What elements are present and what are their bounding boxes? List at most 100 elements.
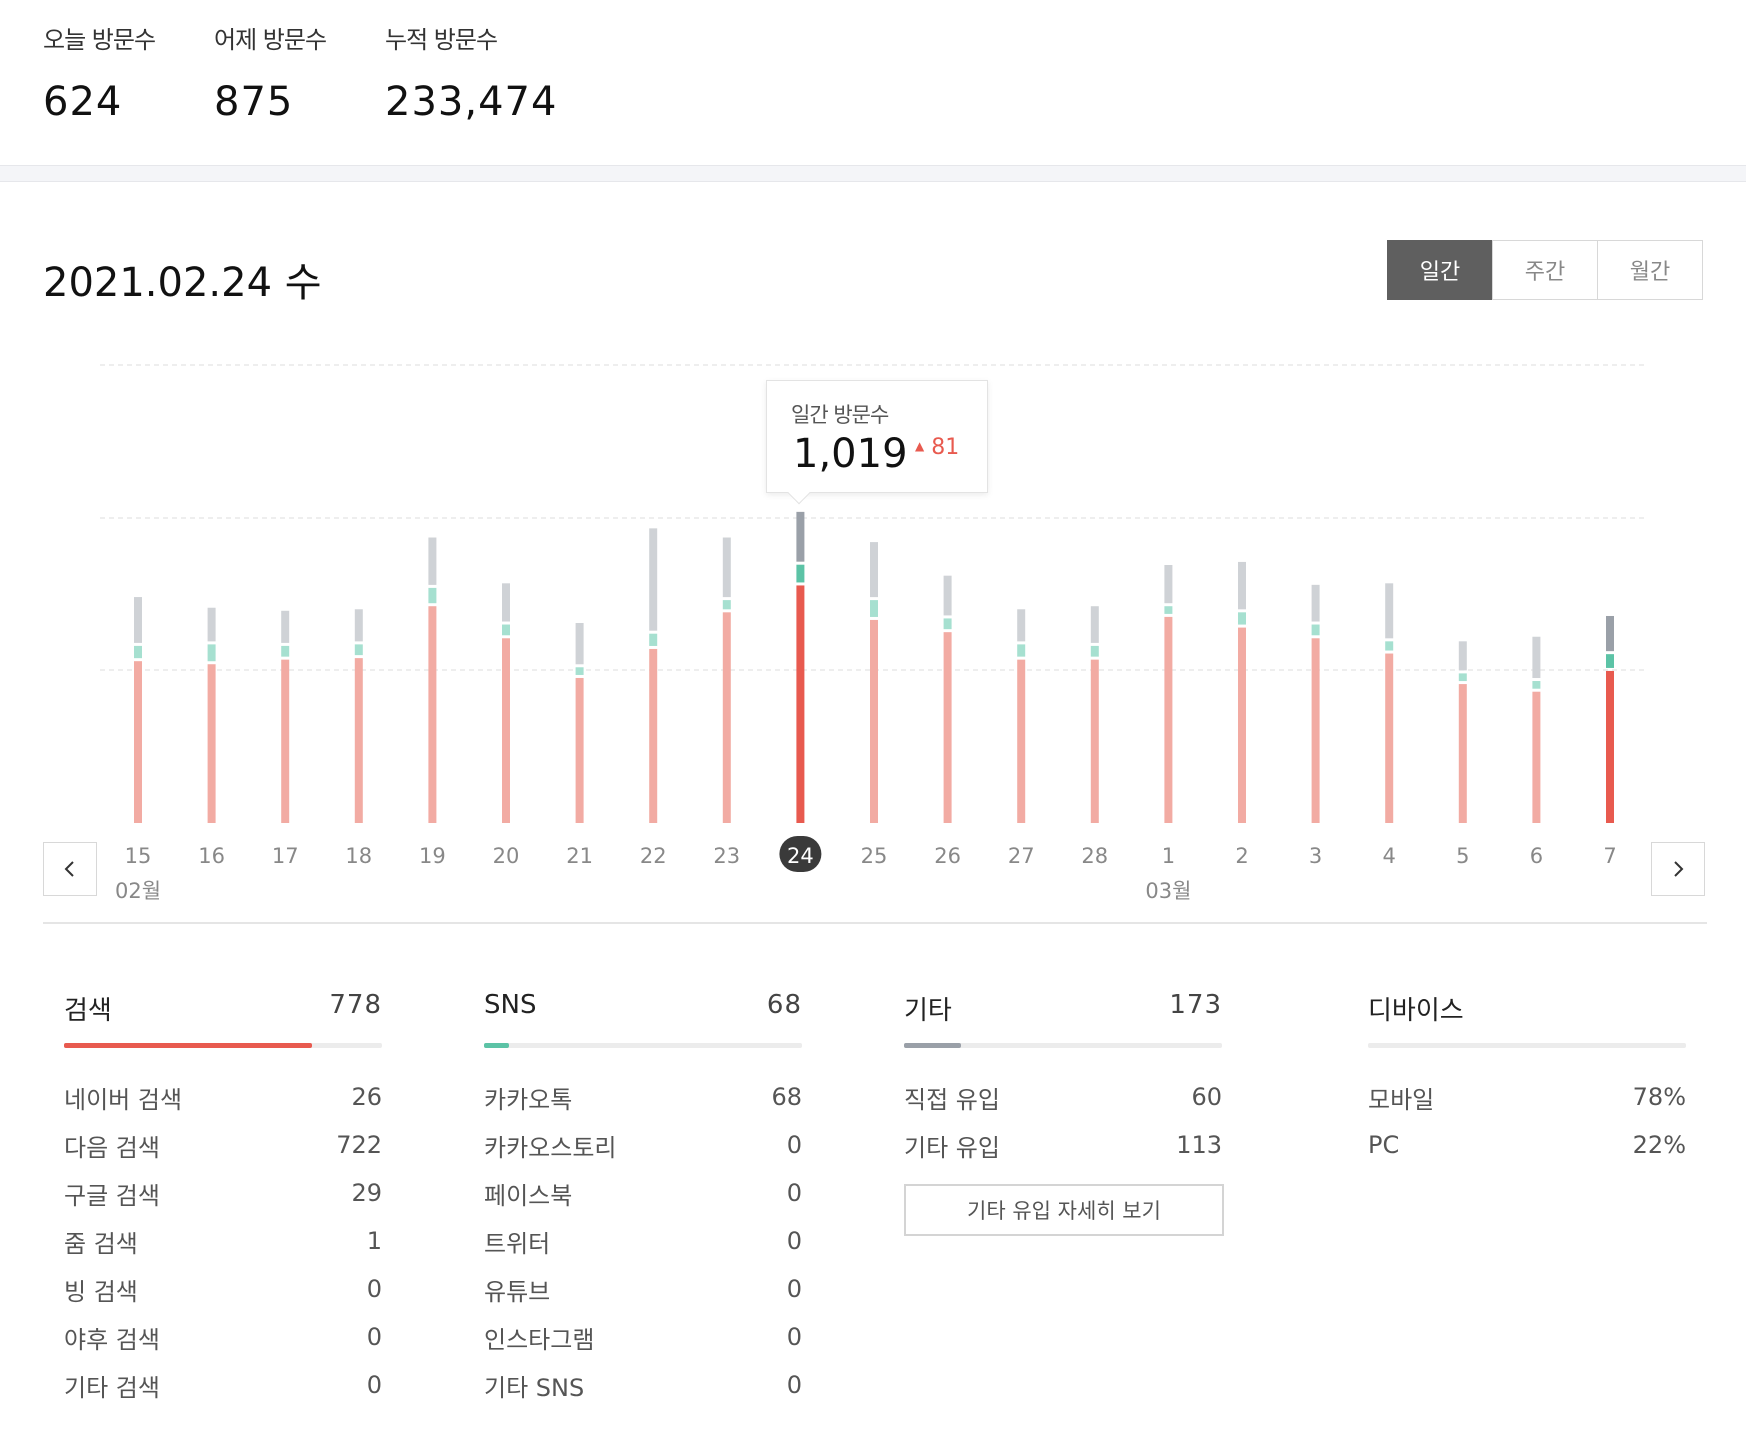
bar-etc[interactable] <box>1385 583 1394 639</box>
bar-etc[interactable] <box>1532 636 1541 679</box>
bar-etc[interactable] <box>354 609 363 642</box>
day-tick-label[interactable]: 7 <box>1603 844 1616 868</box>
day-tick-label[interactable]: 16 <box>198 844 225 868</box>
tab-monthly[interactable]: 월간 <box>1597 240 1703 300</box>
visit-summary: 오늘 방문수 624 어제 방문수 875 누적 방문수 233,474 <box>0 0 1746 165</box>
bar-search[interactable] <box>796 585 805 823</box>
day-tick-label[interactable]: 20 <box>493 844 520 868</box>
bar-search[interactable] <box>722 612 731 823</box>
bar-search[interactable] <box>1017 659 1026 823</box>
bar-sns[interactable] <box>1458 673 1467 682</box>
tab-weekly[interactable]: 주간 <box>1492 240 1598 300</box>
day-tick-label[interactable]: 28 <box>1081 844 1108 868</box>
bar-sns[interactable] <box>649 633 658 646</box>
bar-etc[interactable] <box>281 610 290 643</box>
day-tick-label[interactable]: 23 <box>713 844 740 868</box>
day-tick-label[interactable]: 4 <box>1383 844 1396 868</box>
bar-search[interactable] <box>281 659 290 823</box>
device-stats-header: 디바이스 <box>1368 990 1686 1030</box>
bar-sns[interactable] <box>281 645 290 657</box>
bar-sns[interactable] <box>1238 612 1246 625</box>
bar-search[interactable] <box>649 648 658 823</box>
bar-etc[interactable] <box>1606 615 1614 652</box>
day-tick-label[interactable]: 2 <box>1235 844 1248 868</box>
bar-etc[interactable] <box>943 575 952 616</box>
bar-search[interactable] <box>575 677 584 823</box>
bar-etc[interactable] <box>428 537 437 585</box>
bar-search[interactable] <box>1090 659 1099 823</box>
bar-etc[interactable] <box>1017 609 1026 642</box>
day-tick-label[interactable]: 19 <box>419 844 446 868</box>
etc-detail-button[interactable]: 기타 유입 자세히 보기 <box>904 1184 1224 1236</box>
bar-search[interactable] <box>354 658 363 823</box>
bar-etc[interactable] <box>1458 641 1467 671</box>
bar-sns[interactable] <box>1532 681 1541 689</box>
bar-etc[interactable] <box>796 511 805 562</box>
bar-search[interactable] <box>1458 684 1467 823</box>
previous-period-button[interactable] <box>43 842 97 896</box>
bar-etc[interactable] <box>722 537 731 598</box>
day-tick-label[interactable]: 27 <box>1008 844 1035 868</box>
day-tick-label[interactable]: 5 <box>1456 844 1469 868</box>
bar-etc[interactable] <box>502 583 510 622</box>
day-tick-label[interactable]: 21 <box>566 844 593 868</box>
search-progress-fill <box>64 1043 313 1048</box>
bar-search[interactable] <box>207 664 216 823</box>
bar-sns[interactable] <box>1017 644 1026 657</box>
search-progress-bar <box>64 1043 382 1048</box>
bar-search[interactable] <box>1238 627 1246 823</box>
bar-sns[interactable] <box>1606 654 1614 668</box>
day-tick-label[interactable]: 24 <box>787 844 814 868</box>
bar-sns[interactable] <box>1385 641 1394 651</box>
bar-sns[interactable] <box>796 564 805 583</box>
device-row: PC 22% <box>1368 1121 1686 1169</box>
bar-sns[interactable] <box>722 600 731 610</box>
bar-sns[interactable] <box>870 600 878 617</box>
bar-search[interactable] <box>502 638 510 823</box>
day-tick-label[interactable]: 3 <box>1309 844 1322 868</box>
bar-sns[interactable] <box>943 618 952 630</box>
day-tick-label[interactable]: 6 <box>1530 844 1543 868</box>
sns-row-label: 트위터 <box>484 1229 551 1258</box>
bar-etc[interactable] <box>1090 606 1099 643</box>
bar-sns[interactable] <box>1090 645 1099 657</box>
search-row-value: 722 <box>336 1131 382 1159</box>
bar-sns[interactable] <box>207 644 216 662</box>
next-period-button[interactable] <box>1651 842 1705 896</box>
bar-etc[interactable] <box>1164 564 1173 604</box>
day-tick-label[interactable]: 22 <box>640 844 667 868</box>
bar-sns[interactable] <box>1311 624 1320 636</box>
search-row-value: 0 <box>366 1371 382 1399</box>
day-tick-label[interactable]: 25 <box>861 844 888 868</box>
bar-sns[interactable] <box>575 667 584 675</box>
bar-sns[interactable] <box>354 644 363 656</box>
bar-search[interactable] <box>1385 653 1394 823</box>
bar-sns[interactable] <box>502 624 510 636</box>
bar-sns[interactable] <box>428 587 437 604</box>
bar-etc[interactable] <box>870 542 878 598</box>
bar-etc[interactable] <box>1238 561 1246 610</box>
bar-search[interactable] <box>134 661 142 823</box>
day-tick-label[interactable]: 17 <box>272 844 299 868</box>
bar-etc[interactable] <box>649 528 658 631</box>
bar-search[interactable] <box>1532 691 1541 823</box>
bar-search[interactable] <box>1311 638 1320 823</box>
tab-daily[interactable]: 일간 <box>1387 240 1493 300</box>
day-tick-label[interactable]: 26 <box>934 844 961 868</box>
bar-search[interactable] <box>1164 616 1173 823</box>
day-tick-label[interactable]: 1 <box>1162 844 1175 868</box>
day-tick-label[interactable]: 15 <box>125 844 152 868</box>
bar-sns[interactable] <box>134 645 142 659</box>
bar-search[interactable] <box>428 606 437 823</box>
bar-etc[interactable] <box>134 597 142 643</box>
day-tick-label[interactable]: 18 <box>345 844 372 868</box>
bar-etc[interactable] <box>575 623 584 665</box>
bar-sns[interactable] <box>1164 606 1173 614</box>
bar-etc[interactable] <box>207 607 216 642</box>
bar-search[interactable] <box>1606 670 1614 823</box>
bar-etc[interactable] <box>1311 584 1320 622</box>
tooltip-delta-value: 81 <box>931 435 960 460</box>
bar-search[interactable] <box>870 619 878 823</box>
bar-search[interactable] <box>943 632 952 823</box>
etc-row: 직접 유입 60 <box>904 1073 1222 1121</box>
